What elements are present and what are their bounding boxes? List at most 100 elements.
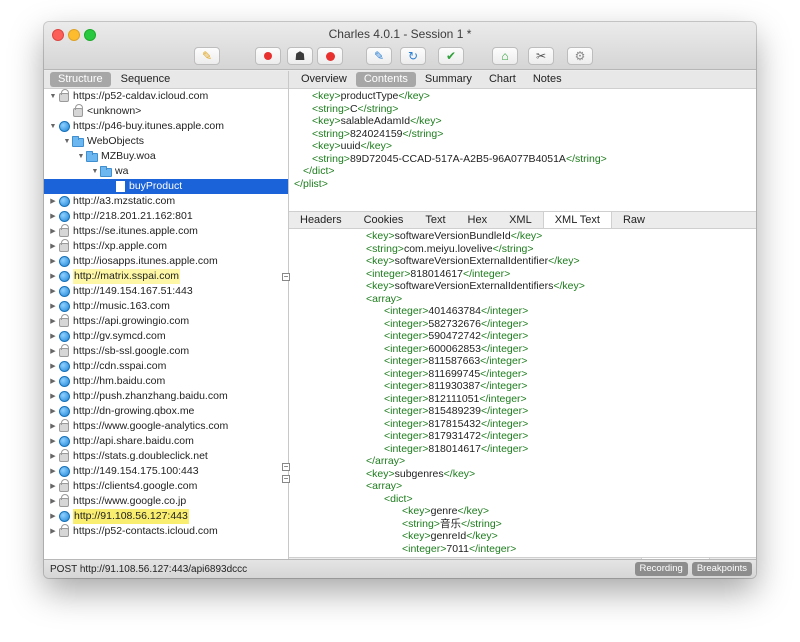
tree-item[interactable]: ▶ http://218.201.21.162:801	[44, 209, 288, 224]
breakpoints-button[interactable]: Breakpoints	[691, 562, 752, 576]
tab-structure[interactable]: Structure	[50, 72, 111, 87]
tree-item[interactable]: buyProduct	[44, 179, 288, 194]
tree-item[interactable]: ▼ MZBuy.woa	[44, 149, 288, 164]
compose-button[interactable]: ✎	[366, 47, 392, 65]
request-tab-cookies[interactable]: Cookies	[353, 212, 415, 228]
lock-icon	[59, 239, 69, 252]
tree-item[interactable]: <unknown>	[44, 104, 288, 119]
tree-item[interactable]: ▶ http://cdn.sspai.com	[44, 359, 288, 374]
fold-toggle-icon[interactable]: −	[282, 475, 290, 483]
tree-item[interactable]: ▶ http://149.154.167.51:443	[44, 284, 288, 299]
request-tab-headers[interactable]: Headers	[289, 212, 353, 228]
tab-contents[interactable]: Contents	[355, 72, 416, 87]
recording-button[interactable]: Recording	[634, 562, 688, 576]
xml-line: <integer>818014617</integer>	[289, 268, 756, 281]
tree-item[interactable]: ▶ https://clients4.google.com	[44, 479, 288, 494]
request-tab-hex[interactable]: Hex	[457, 212, 499, 228]
tab-overview[interactable]: Overview	[293, 72, 355, 87]
disclosure-triangle-icon[interactable]: ▼	[62, 134, 72, 149]
tools-button[interactable]: ✂	[528, 47, 554, 65]
disclosure-triangle-icon[interactable]: ▶	[48, 404, 58, 419]
disclosure-triangle-icon[interactable]: ▶	[48, 254, 58, 269]
disclosure-triangle-icon[interactable]: ▶	[48, 209, 58, 224]
tree-item[interactable]: ▼ wa	[44, 164, 288, 179]
structure-pane: Structure Sequence ▼ https://p52-caldav.i…	[44, 71, 289, 559]
lock-icon	[59, 479, 69, 492]
xml-tag: <integer>	[384, 342, 429, 355]
tree-item[interactable]: ▶ http://api.share.baidu.com	[44, 434, 288, 449]
disclosure-triangle-icon[interactable]: ▼	[48, 89, 58, 104]
request-xml-view[interactable]: <key>productType</key> <string>C</string>…	[289, 90, 756, 211]
tree-item[interactable]: ▶ http://hm.baidu.com	[44, 374, 288, 389]
tree-item[interactable]: ▶ http://push.zhanzhang.baidu.com	[44, 389, 288, 404]
tree-item[interactable]: ▶ http://91.108.56.127:443	[44, 509, 288, 524]
throttle-button[interactable]: ☗	[287, 47, 313, 65]
tree-item[interactable]: ▶ https://stats.g.doubleclick.net	[44, 449, 288, 464]
broom-button[interactable]: ✎	[194, 47, 220, 65]
tree-item[interactable]: ▼ https://p46-buy.itunes.apple.com	[44, 119, 288, 134]
request-tab-xml-text[interactable]: XML Text	[542, 212, 612, 228]
disclosure-triangle-icon[interactable]: ▶	[48, 344, 58, 359]
tree-item[interactable]: ▶ http://music.163.com	[44, 299, 288, 314]
tab-sequence[interactable]: Sequence	[113, 72, 179, 87]
disclosure-triangle-icon[interactable]: ▶	[48, 224, 58, 239]
tab-notes[interactable]: Notes	[525, 72, 570, 87]
disclosure-triangle-icon[interactable]: ▶	[48, 449, 58, 464]
tree-item[interactable]: ▶ https://sb-ssl.google.com	[44, 344, 288, 359]
tree-item[interactable]: ▶ https://xp.apple.com	[44, 239, 288, 254]
disclosure-triangle-icon[interactable]: ▶	[48, 374, 58, 389]
tree-item[interactable]: ▼ WebObjects	[44, 134, 288, 149]
disclosure-triangle-icon[interactable]: ▼	[90, 164, 100, 179]
tree-item[interactable]: ▶ http://gv.symcd.com	[44, 329, 288, 344]
disclosure-triangle-icon[interactable]: ▶	[48, 239, 58, 254]
basket-button[interactable]: ⌂	[492, 47, 518, 65]
tree-item[interactable]: ▶ https://www.google-analytics.com	[44, 419, 288, 434]
disclosure-triangle-icon[interactable]: ▶	[48, 434, 58, 449]
request-tab-text[interactable]: Text	[414, 212, 456, 228]
tab-summary[interactable]: Summary	[417, 72, 480, 87]
disclosure-triangle-icon[interactable]: ▶	[48, 494, 58, 509]
settings-button[interactable]: ⚙	[567, 47, 593, 65]
tree-item[interactable]: ▶ https://api.growingio.com	[44, 314, 288, 329]
xml-line: </dict>	[289, 165, 756, 178]
disclosure-triangle-icon[interactable]: ▶	[48, 314, 58, 329]
disclosure-triangle-icon[interactable]: ▶	[48, 269, 58, 284]
disclosure-triangle-icon[interactable]: ▶	[48, 299, 58, 314]
breakpoint-button[interactable]	[317, 47, 343, 65]
disclosure-triangle-icon[interactable]: ▶	[48, 509, 58, 524]
globe-icon	[58, 211, 70, 222]
tree-item[interactable]: ▶ https://p52-contacts.icloud.com	[44, 524, 288, 539]
tree-item[interactable]: ▶ http://iosapps.itunes.apple.com	[44, 254, 288, 269]
record-button[interactable]	[255, 47, 281, 65]
tree-item[interactable]: ▼ https://p52-caldav.icloud.com	[44, 89, 288, 104]
tree-item[interactable]: ▶ http://a3.mzstatic.com	[44, 194, 288, 209]
repeat-button[interactable]: ↻	[400, 47, 426, 65]
disclosure-triangle-icon[interactable]: ▶	[48, 389, 58, 404]
disclosure-triangle-icon[interactable]: ▶	[48, 464, 58, 479]
tree-item[interactable]: ▶ https://se.itunes.apple.com	[44, 224, 288, 239]
disclosure-triangle-icon[interactable]: ▶	[48, 329, 58, 344]
disclosure-triangle-icon[interactable]: ▶	[48, 284, 58, 299]
disclosure-triangle-icon[interactable]: ▶	[48, 359, 58, 374]
request-tab-xml[interactable]: XML	[498, 212, 543, 228]
disclosure-triangle-icon[interactable]: ▶	[48, 479, 58, 494]
disclosure-triangle-icon[interactable]: ▶	[48, 419, 58, 434]
tree-item[interactable]: ▶ http://matrix.sspai.com	[44, 269, 288, 284]
validate-button[interactable]: ✔	[438, 47, 464, 65]
tree-item[interactable]: ▶ http://dn-growing.qbox.me	[44, 404, 288, 419]
tree-item[interactable]: ▶ http://149.154.175.100:443	[44, 464, 288, 479]
disclosure-triangle-icon[interactable]: ▼	[76, 149, 86, 164]
tab-chart[interactable]: Chart	[481, 72, 524, 87]
xml-tag: <array>	[366, 292, 403, 305]
disclosure-triangle-icon[interactable]: ▼	[48, 119, 58, 134]
xml-tag: </key>	[443, 467, 476, 480]
globe-icon	[58, 256, 70, 268]
disclosure-triangle-icon[interactable]: ▶	[48, 524, 58, 539]
fold-toggle-icon[interactable]: −	[282, 273, 290, 281]
tree-item-label: WebObjects	[87, 135, 144, 147]
fold-toggle-icon[interactable]: −	[282, 463, 290, 471]
request-tab-raw[interactable]: Raw	[612, 212, 656, 228]
disclosure-triangle-icon[interactable]: ▶	[48, 194, 58, 209]
response-xml-view[interactable]: <key>softwareVersionBundleId</key> <strin…	[289, 230, 756, 555]
tree-item[interactable]: ▶ https://www.google.co.jp	[44, 494, 288, 509]
